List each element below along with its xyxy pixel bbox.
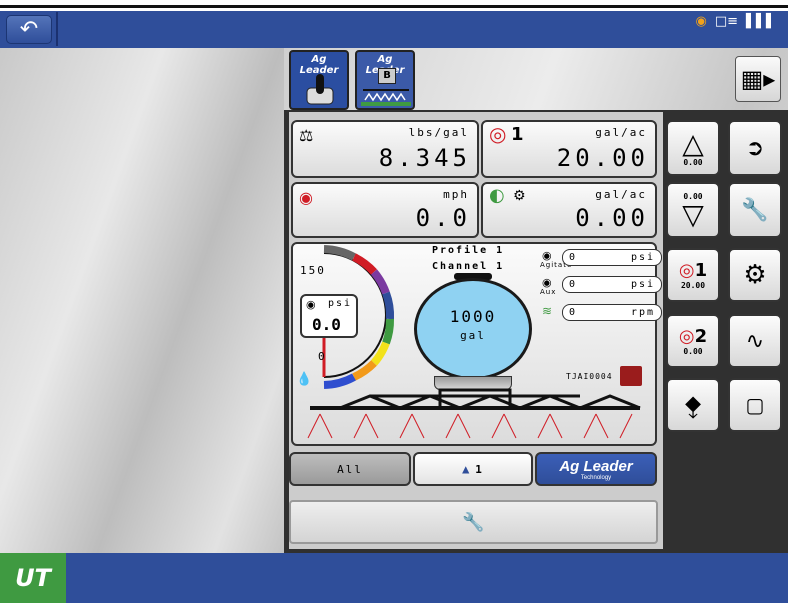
top-bar [0, 11, 788, 48]
actual-rate-value: 0.00 [575, 204, 649, 232]
target-icon: ◎ [678, 326, 695, 347]
top-bar-separator [56, 12, 58, 46]
pressure-gauge-icon: ◉ [306, 298, 316, 311]
product-1-value: 20.00 [680, 281, 706, 290]
wrench-button[interactable]: 🔧 [728, 182, 782, 238]
product-1-button[interactable]: ◎1 20.00 [666, 248, 720, 302]
tank-level: 1000 gal [414, 278, 532, 380]
toggle-switch-icon [306, 74, 334, 105]
bottom-bar [0, 553, 788, 603]
brand-sub-label: Technology [580, 474, 612, 481]
ag-leader-brand-tab[interactable]: Ag Leader Technology [535, 452, 657, 486]
tank-unit: gal [460, 329, 486, 342]
run-button[interactable]: ➲ [728, 120, 782, 176]
readout-value: 0 [569, 307, 578, 318]
speed-unit: mph [443, 188, 469, 201]
product-2-label: ◎2 [678, 326, 708, 347]
signal-strength-icon[interactable]: ▌▌▌ [746, 14, 776, 29]
channel-label: Channel 1 [432, 261, 505, 272]
gear-icon: ⚙ [743, 260, 767, 290]
pump-rpm-readout: ≋ 0 rpm [540, 304, 662, 322]
left-panel [0, 48, 284, 553]
target-rate-unit: gal/ac [595, 126, 647, 139]
pressure-unit: psi [327, 298, 352, 309]
readout-unit: psi [630, 252, 655, 263]
running-person-icon: ➲ [745, 135, 765, 161]
app-tab-ag-leader-2[interactable]: Ag Leader B [355, 50, 415, 110]
wrench-icon: 🔧 [741, 197, 769, 223]
gear-settings-icon: ⚙ [513, 188, 526, 204]
pressure-value: 0.0 [312, 315, 341, 334]
boom-pressure-readout[interactable]: ◉ psi 0.0 [300, 294, 358, 338]
readout-unit: rpm [630, 307, 655, 318]
target-product-number: 1 [511, 124, 524, 145]
rate-decrease-button[interactable]: 0.00 ▽ [666, 182, 720, 238]
target-icon: ◎ [489, 122, 507, 146]
valve-icon: ⧪ [684, 392, 702, 418]
layout-grid-button[interactable]: ▦▸ [735, 56, 781, 102]
boom-sprayer-icon [361, 89, 411, 106]
toolbox-icon: ▢ [745, 393, 765, 417]
profile-label: Profile 1 [432, 245, 505, 256]
actual-rate-unit: gal/ac [595, 188, 647, 201]
app-tab-ag-leader-1[interactable]: Ag Leader [289, 50, 349, 110]
triangle-up-icon: △ [682, 126, 704, 160]
master-valve-button[interactable]: ⧪ [666, 378, 720, 432]
speedometer-icon: ◉ [299, 188, 313, 207]
application-rate-unit: lbs/gal [408, 126, 469, 139]
top-divider [0, 0, 788, 8]
bottom-wrench-bar[interactable]: 🔧 [289, 500, 658, 544]
rate-increase-value: 0.00 [683, 157, 703, 167]
boom-1-tab[interactable]: ▲ 1 [413, 452, 533, 486]
target-icon: ◎ [678, 260, 695, 281]
ut-logo[interactable]: UT [0, 553, 66, 603]
application-rate-panel[interactable]: ⚖ lbs/gal 8.345 [291, 120, 479, 178]
boom-diagram [307, 388, 641, 439]
all-tab-label: All [337, 462, 363, 476]
boom-1-icon: ▲ [462, 462, 472, 476]
product-2-button[interactable]: ◎2 0.00 [666, 314, 720, 368]
readout-unit: psi [630, 279, 655, 290]
settings-button[interactable]: ⚙ [728, 248, 782, 302]
ag-leader-gps-icon[interactable]: ◉ [695, 14, 706, 29]
gauge-min-label: 0 [318, 350, 325, 363]
diagnostics-button[interactable]: ∿ [728, 314, 782, 368]
speed-value: 0.0 [415, 204, 471, 232]
tank-volume: 1000 [449, 307, 497, 326]
all-tab[interactable]: All [289, 452, 411, 486]
pump-icon: ≋ [542, 304, 553, 318]
agitate-readout: ◉ Agitate 0 psi [540, 249, 662, 271]
back-button[interactable]: ↶ [6, 15, 52, 44]
display-connection-icon[interactable]: □≡ [715, 14, 738, 29]
readout-value: 0 [569, 252, 578, 263]
readout-value: 0 [569, 279, 578, 290]
boom-1-label: 1 [475, 462, 484, 476]
gauge-max-label: 150 [300, 264, 326, 277]
aux-readout: ◉ Aux 0 psi [540, 276, 662, 298]
flow-meter-icon: ◐ [489, 185, 505, 206]
back-arrow-icon: ↶ [19, 17, 39, 42]
status-icons: ◉ □≡ ▌▌▌ [695, 14, 776, 29]
target-rate-panel[interactable]: ◎ 1 gal/ac 20.00 [481, 120, 657, 178]
target-rate-value: 20.00 [556, 144, 649, 172]
balance-scale-icon: ⚖ [299, 126, 314, 145]
triangle-down-icon: ▽ [682, 197, 704, 231]
rate-increase-button[interactable]: △ 0.00 [666, 120, 720, 176]
actual-rate-panel[interactable]: ◐ ⚙ gal/ac 0.00 [481, 182, 657, 238]
pulse-icon: ∿ [745, 328, 765, 354]
readout-sublabel: Aux [540, 288, 557, 296]
nozzle-label: TJAI0004 [566, 372, 613, 381]
grid-layout-icon: ▦▸ [740, 65, 776, 93]
wrench-icon: 🔧 [462, 511, 485, 533]
product-1-label: ◎1 [678, 260, 708, 281]
app-tab-badge: B [378, 68, 396, 84]
speed-panel[interactable]: ◉ mph 0.0 [291, 182, 479, 238]
brand-label: Ag Leader [559, 457, 633, 475]
product-2-value: 0.00 [683, 347, 703, 356]
application-rate-value: 8.345 [378, 144, 471, 172]
toolbox-button[interactable]: ▢ [728, 378, 782, 432]
